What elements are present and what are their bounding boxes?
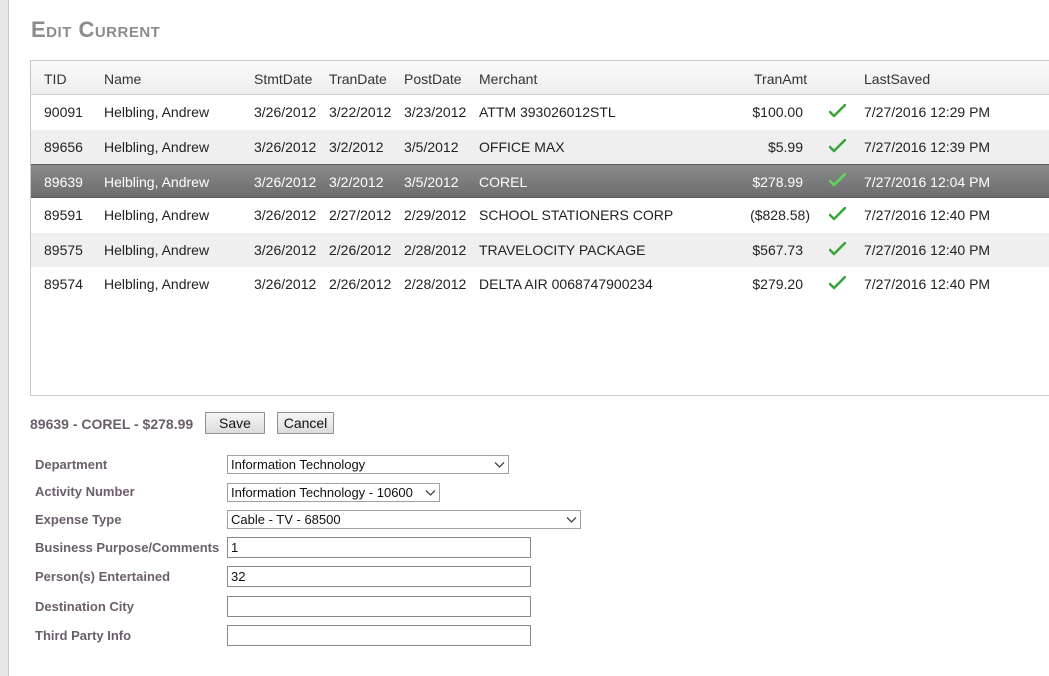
check-icon: [829, 242, 846, 256]
persons-entertained-label: Person(s) Entertained: [35, 569, 171, 584]
column-header-last-saved[interactable]: LastSaved: [864, 72, 930, 86]
cell-tid: 89574: [44, 276, 83, 292]
cell-tran-amt: ($828.58): [750, 207, 810, 223]
cell-last-saved: 7/27/2016 12:40 PM: [864, 242, 991, 258]
cell-stmt-date: 3/26/2012: [254, 207, 317, 223]
cell-stmt-date: 3/26/2012: [254, 174, 317, 190]
table-row[interactable]: 90091 Helbling, Andrew 3/26/2012 3/22/20…: [31, 95, 1049, 129]
cell-merchant: SCHOOL STATIONERS CORP: [479, 207, 674, 223]
cell-last-saved: 7/27/2016 12:39 PM: [864, 139, 991, 155]
transactions-grid: TID Name StmtDate TranDate PostDate Merc…: [30, 60, 1049, 396]
department-select[interactable]: Information Technology: [227, 455, 509, 474]
department-select-value: Information Technology: [231, 457, 366, 472]
check-icon: [829, 139, 846, 153]
cell-tid: 89591: [44, 207, 83, 223]
business-purpose-label: Business Purpose/Comments: [35, 540, 220, 555]
page-title: Edit Current: [31, 17, 161, 42]
department-label: Department: [35, 457, 108, 472]
cell-post-date: 3/23/2012: [404, 104, 467, 120]
chevron-down-icon: [494, 462, 505, 468]
table-row[interactable]: 89574 Helbling, Andrew 3/26/2012 2/26/20…: [31, 267, 1049, 301]
activity-number-select-value: Information Technology - 10600: [231, 485, 413, 500]
cell-merchant: OFFICE MAX: [479, 139, 565, 155]
cell-tran-amt: $567.73: [752, 242, 803, 258]
check-icon: [829, 104, 846, 118]
cell-tid: 89656: [44, 139, 83, 155]
destination-city-field[interactable]: [227, 596, 531, 617]
cell-post-date: 2/28/2012: [404, 276, 467, 292]
cell-tran-date: 2/26/2012: [329, 276, 392, 292]
cell-last-saved: 7/27/2016 12:40 PM: [864, 207, 991, 223]
business-purpose-field[interactable]: [227, 537, 531, 558]
cell-merchant: ATTM 393026012STL: [479, 104, 616, 120]
cell-stmt-date: 3/26/2012: [254, 104, 317, 120]
cell-last-saved: 7/27/2016 12:29 PM: [864, 104, 991, 120]
cell-tran-date: 3/2/2012: [329, 174, 384, 190]
column-header-tran-amt[interactable]: TranAmt: [754, 72, 807, 86]
cell-name: Helbling, Andrew: [104, 276, 210, 292]
cancel-button[interactable]: Cancel: [277, 412, 334, 434]
cell-post-date: 3/5/2012: [404, 139, 459, 155]
table-row[interactable]: 89656 Helbling, Andrew 3/26/2012 3/2/201…: [31, 130, 1049, 164]
cell-tid: 89639: [44, 174, 83, 190]
cell-post-date: 2/28/2012: [404, 242, 467, 258]
column-header-tid[interactable]: TID: [44, 72, 67, 86]
column-header-post-date[interactable]: PostDate: [404, 72, 462, 86]
selected-transaction-summary: 89639 - COREL - $278.99: [30, 416, 194, 432]
grid-header: TID Name StmtDate TranDate PostDate Merc…: [31, 61, 1049, 95]
expense-type-label: Expense Type: [35, 512, 122, 527]
cell-name: Helbling, Andrew: [104, 207, 210, 223]
check-icon: [829, 276, 846, 290]
cell-tran-amt: $100.00: [752, 104, 803, 120]
left-rail: [0, 0, 9, 676]
cell-tran-date: 3/2/2012: [329, 139, 384, 155]
cell-stmt-date: 3/26/2012: [254, 276, 317, 292]
table-row[interactable]: 89575 Helbling, Andrew 3/26/2012 2/26/20…: [31, 233, 1049, 267]
cell-tid: 90091: [44, 104, 83, 120]
chevron-down-icon: [425, 490, 436, 496]
cell-tran-amt: $5.99: [767, 139, 803, 155]
save-button[interactable]: Save: [205, 412, 265, 434]
third-party-info-label: Third Party Info: [35, 628, 132, 643]
column-header-tran-date[interactable]: TranDate: [329, 72, 387, 86]
persons-entertained-field[interactable]: [227, 566, 531, 587]
cell-tran-date: 3/22/2012: [329, 104, 392, 120]
expense-type-select[interactable]: Cable - TV - 68500: [227, 510, 581, 529]
check-icon: [829, 173, 846, 187]
chevron-down-icon: [566, 517, 577, 523]
cell-name: Helbling, Andrew: [104, 174, 210, 190]
cell-name: Helbling, Andrew: [104, 139, 210, 155]
cell-stmt-date: 3/26/2012: [254, 242, 317, 258]
cell-tran-amt: $278.99: [752, 174, 803, 190]
destination-city-label: Destination City: [35, 599, 134, 614]
cell-tid: 89575: [44, 242, 83, 258]
third-party-info-field[interactable]: [227, 625, 531, 646]
column-header-name[interactable]: Name: [104, 72, 141, 86]
cell-merchant: TRAVELOCITY PACKAGE: [479, 242, 646, 258]
cell-merchant: DELTA AIR 0068747900234: [479, 276, 653, 292]
check-icon: [829, 207, 846, 221]
cell-merchant: COREL: [479, 174, 528, 190]
activity-number-select[interactable]: Information Technology - 10600: [227, 483, 440, 502]
cell-stmt-date: 3/26/2012: [254, 139, 317, 155]
cell-post-date: 3/5/2012: [404, 174, 459, 190]
column-header-merchant[interactable]: Merchant: [479, 72, 537, 86]
expense-type-select-value: Cable - TV - 68500: [231, 512, 341, 527]
table-row[interactable]: 89591 Helbling, Andrew 3/26/2012 2/27/20…: [31, 198, 1049, 232]
column-header-stmt-date[interactable]: StmtDate: [254, 72, 312, 86]
cell-last-saved: 7/27/2016 12:04 PM: [864, 174, 991, 190]
cell-tran-amt: $279.20: [752, 276, 803, 292]
cell-name: Helbling, Andrew: [104, 242, 210, 258]
cell-post-date: 2/29/2012: [404, 207, 467, 223]
activity-number-label: Activity Number: [35, 484, 135, 499]
table-row-selected[interactable]: 89639 Helbling, Andrew 3/26/2012 3/2/201…: [31, 164, 1049, 198]
cell-tran-date: 2/27/2012: [329, 207, 392, 223]
cell-tran-date: 2/26/2012: [329, 242, 392, 258]
cell-name: Helbling, Andrew: [104, 104, 210, 120]
cell-last-saved: 7/27/2016 12:40 PM: [864, 276, 991, 292]
